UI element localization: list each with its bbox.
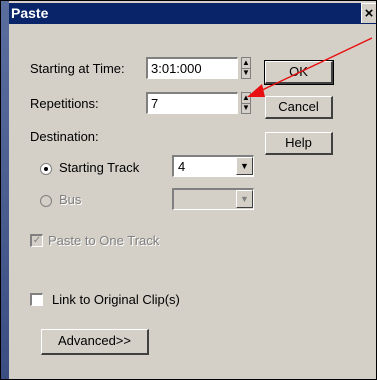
advanced-button[interactable]: Advanced>> [41, 329, 149, 355]
close-icon: × [364, 5, 374, 22]
title-bar: Paste × [9, 3, 376, 24]
bus-radio[interactable] [40, 195, 52, 207]
paste-to-one-track-label: Paste to One Track [48, 233, 160, 248]
background-strip [1, 1, 9, 379]
link-to-original-label: Link to Original Clip(s) [52, 292, 180, 307]
repetitions-label: Repetitions: [30, 96, 99, 111]
chevron-down-icon[interactable]: ▼ [236, 190, 253, 208]
spin-down-icon[interactable]: ▼ [242, 103, 250, 113]
starting-track-label: Starting Track [59, 160, 140, 175]
ok-button[interactable]: OK [264, 60, 334, 85]
spin-down-icon[interactable]: ▼ [242, 68, 250, 78]
paste-to-one-track-checkbox[interactable]: ✓ [30, 234, 43, 247]
help-button[interactable]: Help [265, 132, 333, 155]
cancel-button[interactable]: Cancel [265, 96, 333, 119]
start-time-label: Starting at Time: [30, 61, 125, 76]
start-time-value: 3:01:000 [151, 61, 202, 76]
starting-track-radio[interactable] [40, 163, 52, 175]
bus-label: Bus [59, 192, 82, 207]
start-time-spinner[interactable]: ▲ ▼ [241, 57, 251, 79]
chevron-down-icon[interactable]: ▼ [236, 157, 253, 175]
link-to-original-checkbox[interactable] [30, 293, 43, 306]
starting-track-value: 4 [178, 159, 186, 174]
bus-select[interactable]: ▼ [172, 188, 254, 210]
repetitions-value: 7 [151, 96, 159, 111]
start-time-input[interactable]: 3:01:000 [146, 57, 238, 79]
close-button[interactable]: × [361, 3, 376, 23]
dialog-title: Paste [11, 5, 49, 21]
repetitions-input[interactable]: 7 [146, 92, 238, 114]
starting-track-select[interactable]: 4 ▼ [172, 155, 254, 177]
destination-label: Destination: [30, 129, 99, 144]
paste-dialog: Paste × Starting at Time: 3:01:000 ▲ ▼ R… [0, 0, 377, 380]
repetitions-spinner[interactable]: ▲ ▼ [241, 92, 251, 114]
